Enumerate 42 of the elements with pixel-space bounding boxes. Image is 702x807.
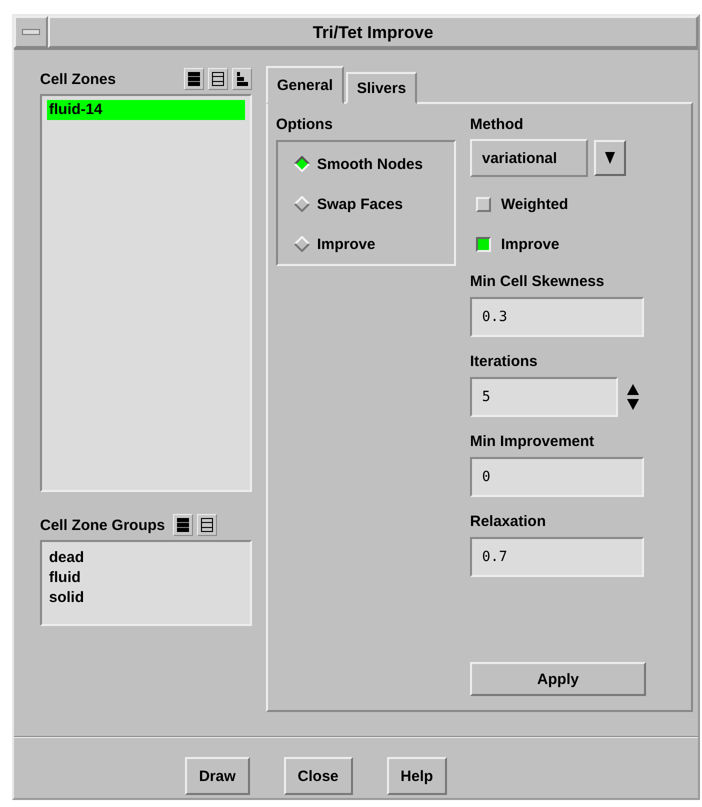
deselect-all-icon[interactable]: [197, 514, 218, 536]
select-all-icon[interactable]: [173, 514, 194, 536]
spinner-arrows-icon[interactable]: [626, 383, 640, 411]
tab[interactable]: Slivers: [346, 72, 418, 104]
caret-icon: [605, 151, 615, 165]
radio-button[interactable]: [294, 156, 310, 172]
window-menu-button[interactable]: [14, 16, 48, 48]
checkbox-label: Improve: [501, 236, 560, 252]
apply-button[interactable]: Apply: [470, 662, 646, 696]
radio-label: Improve: [317, 236, 376, 252]
input-field[interactable]: 0.3: [470, 297, 644, 337]
list-item[interactable]: fluid: [47, 568, 245, 588]
input-field[interactable]: 0: [470, 457, 644, 497]
checkbox-label: Weighted: [501, 196, 568, 212]
radio-label: Smooth Nodes: [317, 156, 423, 172]
list-label: Cell Zones: [40, 70, 116, 88]
field-label: Relaxation: [470, 513, 547, 530]
input-field[interactable]: 0.7: [470, 537, 644, 577]
list-item[interactable]: solid: [47, 588, 245, 608]
checkbox[interactable]: [476, 236, 491, 252]
window-title: Tri/Tet Improve: [48, 16, 698, 48]
sort-icon[interactable]: [232, 68, 252, 90]
tab[interactable]: General: [266, 66, 344, 104]
dialog-button[interactable]: Draw: [184, 757, 250, 795]
list-item[interactable]: fluid-14: [47, 100, 245, 120]
field-label: Min Cell Skewness: [470, 273, 606, 290]
deselect-all-icon[interactable]: [208, 68, 228, 90]
input-field[interactable]: 5: [470, 377, 618, 417]
dialog-button[interactable]: Close: [284, 757, 353, 795]
select-all-icon[interactable]: [184, 68, 204, 90]
dialog-button[interactable]: Help: [386, 757, 448, 795]
group-label: Options: [276, 116, 334, 133]
field-label: Iterations: [470, 353, 539, 370]
method-dropdown[interactable]: variational: [470, 139, 588, 177]
radio-label: Swap Faces: [317, 196, 403, 212]
radio-button[interactable]: [294, 196, 310, 212]
list-item[interactable]: dead: [47, 548, 245, 568]
list-label: Cell Zone Groups: [40, 516, 166, 534]
radio-button[interactable]: [294, 236, 310, 252]
field-label: Method: [470, 116, 524, 133]
dropdown-arrow-button[interactable]: [594, 140, 626, 176]
field-label: Min Improvement: [470, 433, 596, 450]
